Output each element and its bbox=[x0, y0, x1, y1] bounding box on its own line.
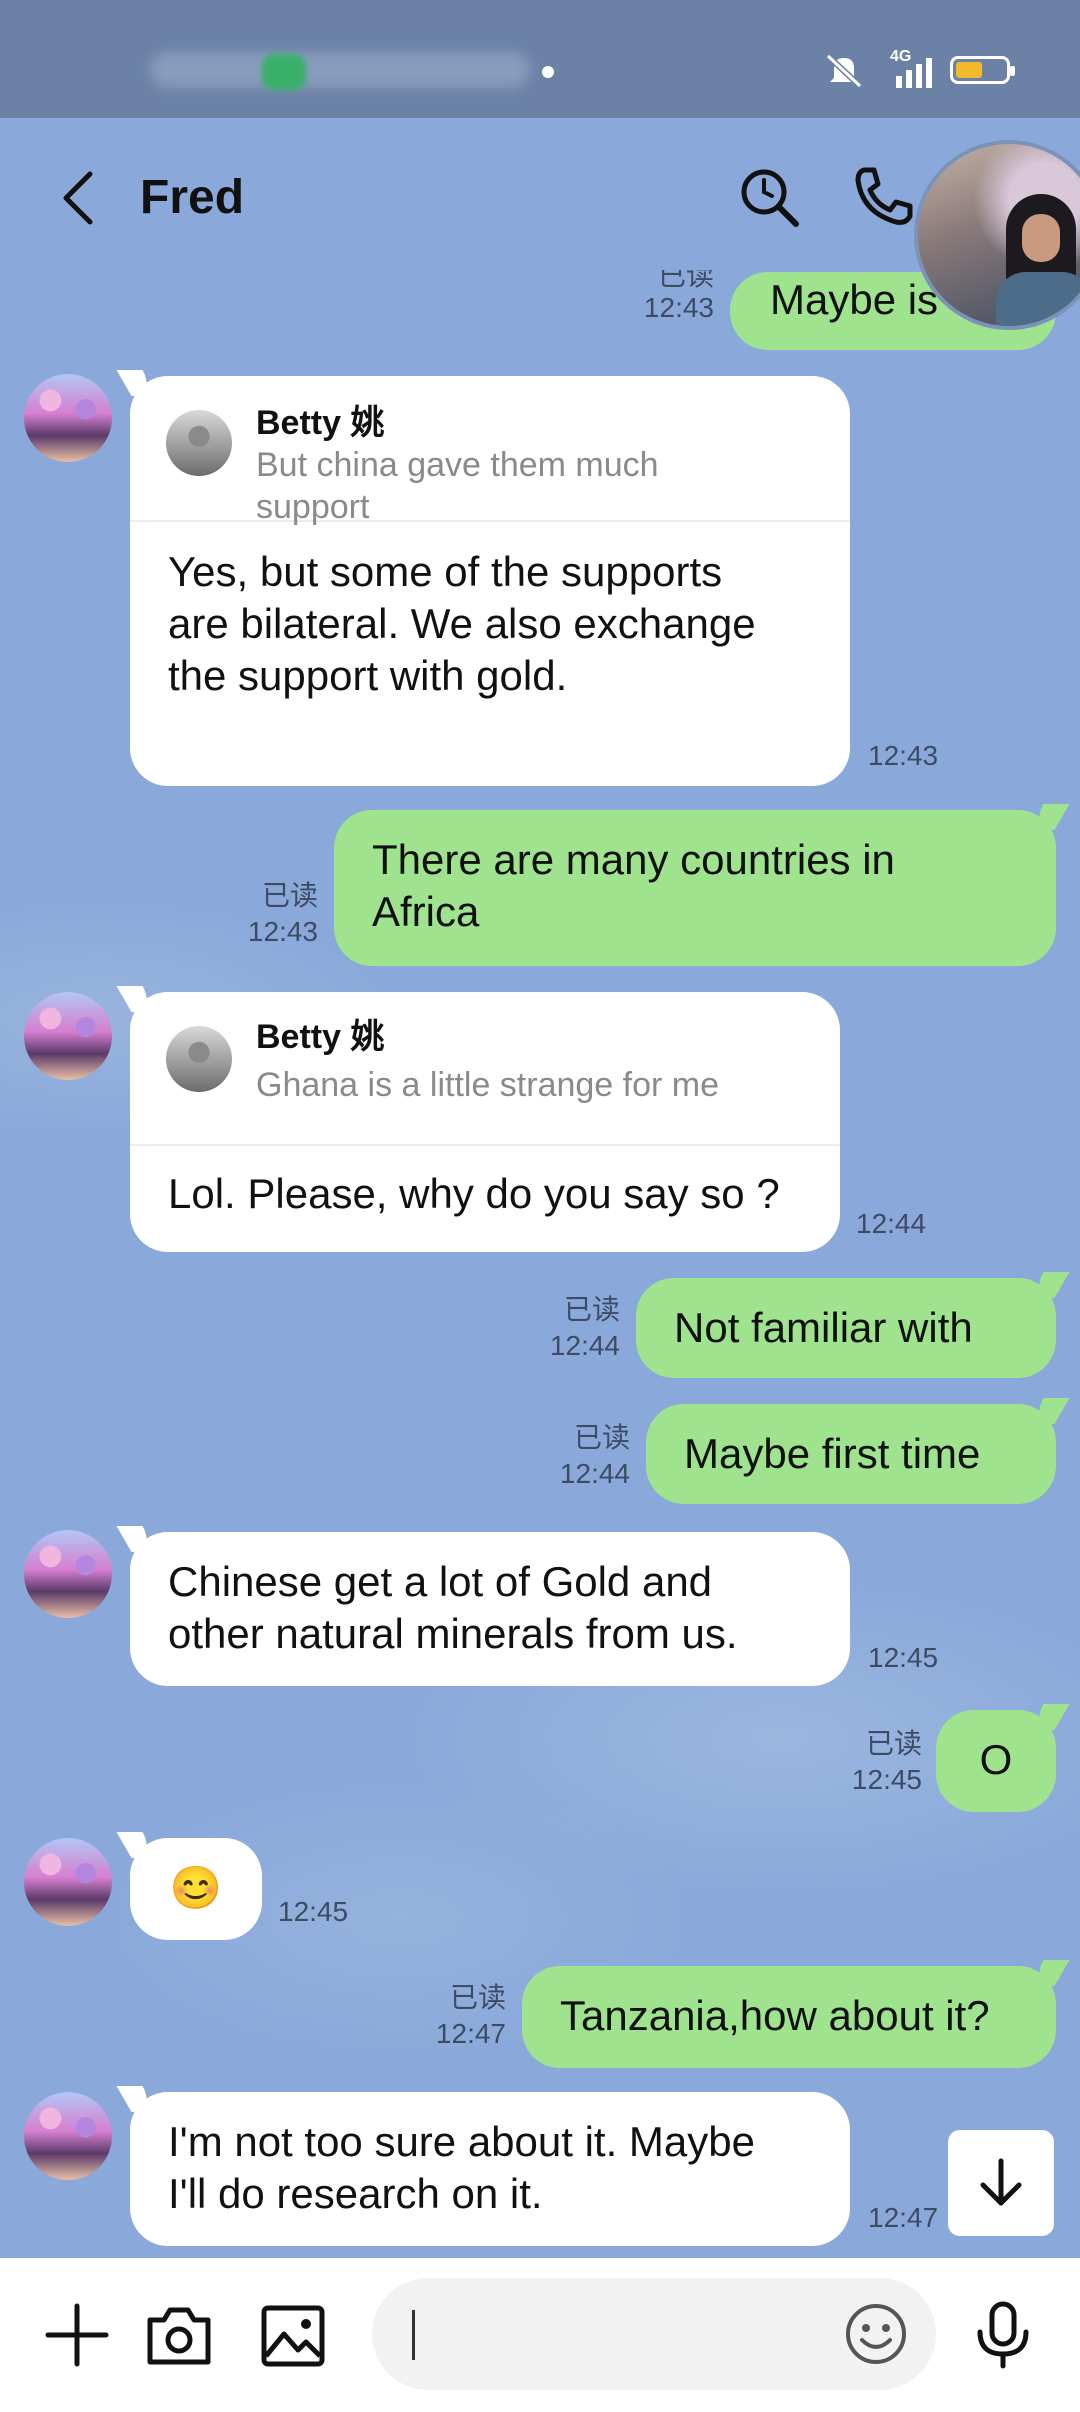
message-time: 12:44 bbox=[549, 1330, 620, 1361]
message-time: 12:44 bbox=[559, 1458, 630, 1489]
message-text: There are many countries in Africa bbox=[372, 836, 895, 935]
message-meta: 已读 12:44 bbox=[510, 1420, 630, 1492]
camera-icon[interactable] bbox=[144, 2300, 214, 2370]
read-receipt: 已读 bbox=[657, 270, 714, 290]
message-time: 12:47 bbox=[868, 2202, 939, 2233]
message-time: 12:43 bbox=[643, 292, 714, 323]
phone-icon[interactable] bbox=[848, 162, 918, 232]
read-receipt: 已读 bbox=[573, 1422, 630, 1453]
read-receipt: 已读 bbox=[563, 1294, 620, 1325]
message-text: Maybe first time bbox=[684, 1430, 981, 1477]
signal-icon: 4G bbox=[880, 48, 936, 90]
mute-icon bbox=[825, 53, 863, 89]
read-receipt: 已读 bbox=[449, 1982, 506, 2013]
network-label: 4G bbox=[890, 48, 912, 65]
message-meta: 已读 12:44 bbox=[500, 1292, 620, 1364]
message-time: 12:47 bbox=[435, 2018, 506, 2049]
message-time: 12:43 bbox=[868, 740, 939, 771]
reply-name: Betty 姚 bbox=[256, 1018, 385, 1056]
message-bubble-out[interactable]: O bbox=[936, 1710, 1056, 1812]
message-meta: 已读 12:43 bbox=[600, 270, 714, 326]
message-text: Chinese get a lot of Gold and other natu… bbox=[168, 1558, 738, 1657]
reply-text: Ghana is a little strange for me bbox=[256, 1066, 720, 1104]
message-meta: 已读 12:47 bbox=[386, 1980, 506, 2052]
message-bubble-in[interactable]: Betty 姚 But china gave them much support… bbox=[130, 376, 850, 786]
message-time: 12:43 bbox=[247, 916, 318, 947]
avatar[interactable] bbox=[24, 374, 112, 462]
reply-avatar bbox=[166, 1026, 232, 1092]
avatar[interactable] bbox=[24, 1530, 112, 1618]
message-meta: 已读 12:45 bbox=[800, 1726, 922, 1798]
mic-icon[interactable] bbox=[968, 2300, 1038, 2370]
status-icons: 4G bbox=[822, 48, 1015, 90]
message-bubble-in[interactable]: 😊 bbox=[130, 1838, 262, 1940]
reply-name: Betty 姚 bbox=[256, 404, 385, 442]
back-icon[interactable] bbox=[52, 168, 112, 228]
message-bubble-in[interactable]: Chinese get a lot of Gold and other natu… bbox=[130, 1532, 850, 1686]
message-time: 12:45 bbox=[278, 1896, 349, 1927]
message-time: 12:44 bbox=[856, 1208, 927, 1239]
message-bubble-in[interactable]: I'm not too sure about it. Maybe I'll do… bbox=[130, 2092, 850, 2246]
message-text: Not familiar with bbox=[674, 1304, 973, 1351]
scroll-to-bottom-button[interactable] bbox=[948, 2130, 1054, 2236]
message-bubble-out[interactable]: Tanzania,how about it? bbox=[522, 1966, 1056, 2068]
reply-quote[interactable]: Betty 姚 But china gave them much support bbox=[130, 376, 850, 526]
message-text: I'm not too sure about it. Maybe I'll do… bbox=[168, 2118, 755, 2217]
message-text: Tanzania,how about it? bbox=[560, 1992, 990, 2039]
message-meta: 已读 12:43 bbox=[200, 878, 318, 950]
message-time: 12:45 bbox=[851, 1764, 922, 1795]
reply-text: But china gave them much support bbox=[256, 446, 659, 526]
emoji-icon[interactable] bbox=[842, 2300, 910, 2368]
message-bubble-out[interactable]: Maybe first time bbox=[646, 1404, 1056, 1504]
image-icon[interactable] bbox=[258, 2300, 328, 2370]
status-blurred-area bbox=[150, 52, 530, 88]
message-text: 😊 bbox=[169, 1864, 223, 1911]
plus-icon[interactable] bbox=[42, 2300, 112, 2370]
search-icon[interactable] bbox=[734, 162, 804, 232]
text-caret bbox=[412, 2310, 415, 2360]
message-time: 12:45 bbox=[868, 1642, 939, 1673]
message-composer-bar bbox=[0, 2258, 1080, 2412]
message-text: Lol. Please, why do you say so ? bbox=[168, 1170, 780, 1217]
notification-dot bbox=[542, 66, 554, 78]
avatar[interactable] bbox=[24, 2092, 112, 2180]
chat-title: Fred bbox=[140, 171, 245, 224]
notification-icon bbox=[262, 54, 306, 90]
message-bubble-out[interactable]: There are many countries in Africa bbox=[334, 810, 1056, 966]
read-receipt: 已读 bbox=[865, 1728, 922, 1759]
avatar[interactable] bbox=[24, 1838, 112, 1926]
message-bubble-out[interactable]: Not familiar with bbox=[636, 1278, 1056, 1378]
message-text: Yes, but some of the supports are bilate… bbox=[168, 548, 756, 699]
avatar[interactable] bbox=[24, 992, 112, 1080]
reply-quote[interactable]: Betty 姚 Ghana is a little strange for me bbox=[130, 992, 840, 1146]
reply-avatar bbox=[166, 410, 232, 476]
message-input[interactable] bbox=[372, 2278, 936, 2390]
read-receipt: 已读 bbox=[261, 880, 318, 911]
status-bar: 4G bbox=[0, 0, 1080, 118]
arrow-down-icon bbox=[980, 2158, 1022, 2206]
battery-icon bbox=[950, 56, 1015, 84]
message-text: O bbox=[979, 1736, 1013, 1783]
message-bubble-in[interactable]: Betty 姚 Ghana is a little strange for me… bbox=[130, 992, 840, 1252]
